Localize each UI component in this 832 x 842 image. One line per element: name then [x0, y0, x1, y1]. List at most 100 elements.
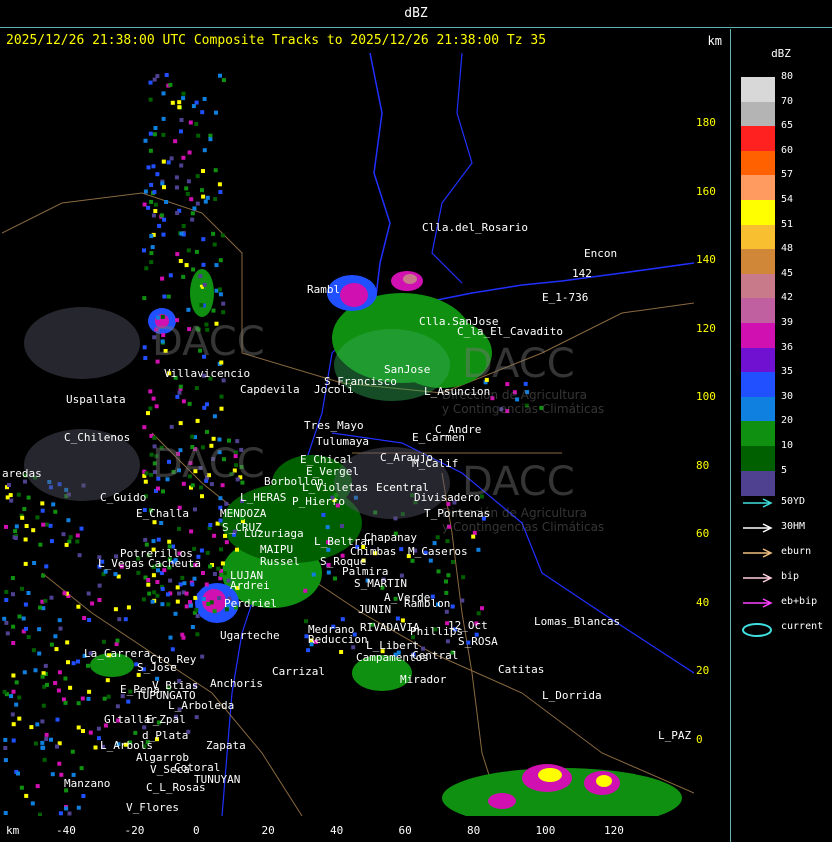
radar-pixel	[195, 201, 200, 206]
scale-swatch	[741, 77, 775, 102]
radar-pixel	[144, 542, 149, 547]
radar-pixel	[44, 732, 49, 737]
place-label: Jocoli	[314, 383, 354, 396]
x-axis: km -40 -20 0 20 40 60 80 100 120	[0, 816, 730, 842]
radar-pixel	[16, 771, 20, 776]
place-label: Villavicencio	[164, 367, 251, 380]
radar-pixel	[45, 682, 49, 687]
radar-pixel	[14, 524, 19, 529]
color-scale-panel: dBZ 80 70 65 60 57 54 51 48 45 42 39 36 35 30 20 10 5 50…	[730, 29, 832, 842]
radar-pixel	[179, 129, 183, 134]
radar-pixel	[11, 673, 16, 678]
radar-pixel	[201, 194, 206, 199]
radar-pixel	[208, 564, 213, 569]
radar-pixel	[86, 663, 90, 668]
radar-pixel	[33, 741, 38, 746]
radar-pixel	[160, 181, 165, 186]
place-label: L_Violetas	[302, 481, 369, 494]
radar-pixel	[16, 492, 21, 497]
radar-pixel	[149, 251, 154, 256]
scale-swatch	[741, 421, 775, 447]
scale-unit: dBZ	[771, 47, 791, 60]
boundary-line	[431, 53, 473, 284]
radar-pixel	[81, 729, 85, 733]
radar-pixel	[175, 585, 180, 590]
radar-pixel	[214, 110, 218, 115]
radar-pixel	[190, 582, 195, 587]
radar-pixel	[184, 591, 189, 596]
place-label: L_Dorrida	[542, 689, 602, 702]
radar-pixel	[53, 634, 58, 639]
radar-pixel	[86, 591, 91, 596]
radar-pixel	[14, 680, 19, 685]
radar-pixel	[146, 582, 151, 587]
radar-pixel	[90, 601, 95, 606]
radar-pixel	[43, 598, 48, 603]
scale-swatch	[741, 323, 775, 348]
place-label: E_1-736	[542, 291, 589, 304]
radar-pixel	[179, 231, 184, 236]
radar-pixel	[205, 550, 210, 555]
radar-pixel	[35, 722, 40, 727]
radar-pixel	[57, 618, 62, 623]
radar-pixel	[23, 537, 28, 542]
radar-pixel	[218, 73, 222, 78]
radar-pixel	[64, 806, 69, 811]
y-tick-label: 100	[696, 390, 716, 403]
radar-pixel	[217, 596, 222, 601]
place-label: E_Carmen	[412, 431, 465, 444]
radar-pixel	[174, 175, 179, 180]
radar-pixel	[196, 593, 201, 598]
radar-pixel	[64, 542, 69, 547]
radar-pixel	[11, 641, 16, 645]
radar-pixel	[175, 185, 179, 190]
radar-pixel	[150, 245, 155, 250]
place-label: Reduccion	[308, 633, 368, 646]
scale-label: 57	[781, 169, 794, 181]
radar-pixel	[133, 730, 138, 735]
radar-pixel	[106, 694, 111, 699]
composite-title: 2025/12/26 21:38:00 UTC Composite Tracks…	[6, 33, 547, 48]
radar-pixel	[26, 591, 31, 595]
legend-label: 30HM	[781, 521, 806, 532]
x-tick-label: 20	[261, 824, 275, 837]
radar-pixel	[202, 282, 207, 287]
radar-pixel	[205, 195, 210, 200]
place-label: S_MARTIN	[354, 577, 407, 590]
radar-pixel	[105, 678, 110, 683]
place-label: Uspallata	[66, 393, 126, 406]
place-label: Ugarteche	[220, 629, 280, 642]
radar-pixel	[444, 609, 449, 614]
radar-map[interactable]: DACC DACC Dirección de Agricultura y Con…	[2, 53, 694, 816]
track-arrow-icon	[743, 498, 773, 508]
y-tick-label: 140	[696, 253, 716, 266]
radar-pixel	[186, 248, 191, 253]
radar-pixel	[4, 589, 9, 594]
radar-pixel	[5, 631, 10, 636]
radar-pixel	[185, 191, 190, 196]
radar-pixel	[211, 231, 216, 236]
radar-pixel	[41, 703, 46, 708]
radar-pixel	[212, 572, 217, 576]
radar-pixel	[196, 133, 201, 138]
y-tick-label: 180	[696, 116, 716, 129]
radar-pixel	[200, 654, 205, 659]
watermark-sun-icon	[24, 307, 140, 379]
legend-item: current	[739, 619, 831, 637]
radar-pixel	[82, 616, 87, 620]
radar-pixel	[65, 640, 70, 645]
radar-pixel	[201, 237, 206, 242]
radar-pixel	[146, 205, 151, 210]
radar-pixel	[5, 495, 10, 500]
radar-pixel	[3, 811, 8, 815]
radar-pixel	[152, 590, 157, 595]
radar-pixel	[218, 190, 223, 194]
radar-pixel	[148, 80, 153, 85]
radar-pixel	[96, 726, 101, 731]
place-label: JUNIN	[358, 603, 392, 616]
radar-pixel	[97, 583, 102, 588]
radar-pixel	[11, 624, 16, 629]
window-title-bar: dBZ	[0, 0, 832, 28]
radar-pixel	[101, 639, 106, 644]
legend-item: 50YD	[739, 494, 831, 512]
